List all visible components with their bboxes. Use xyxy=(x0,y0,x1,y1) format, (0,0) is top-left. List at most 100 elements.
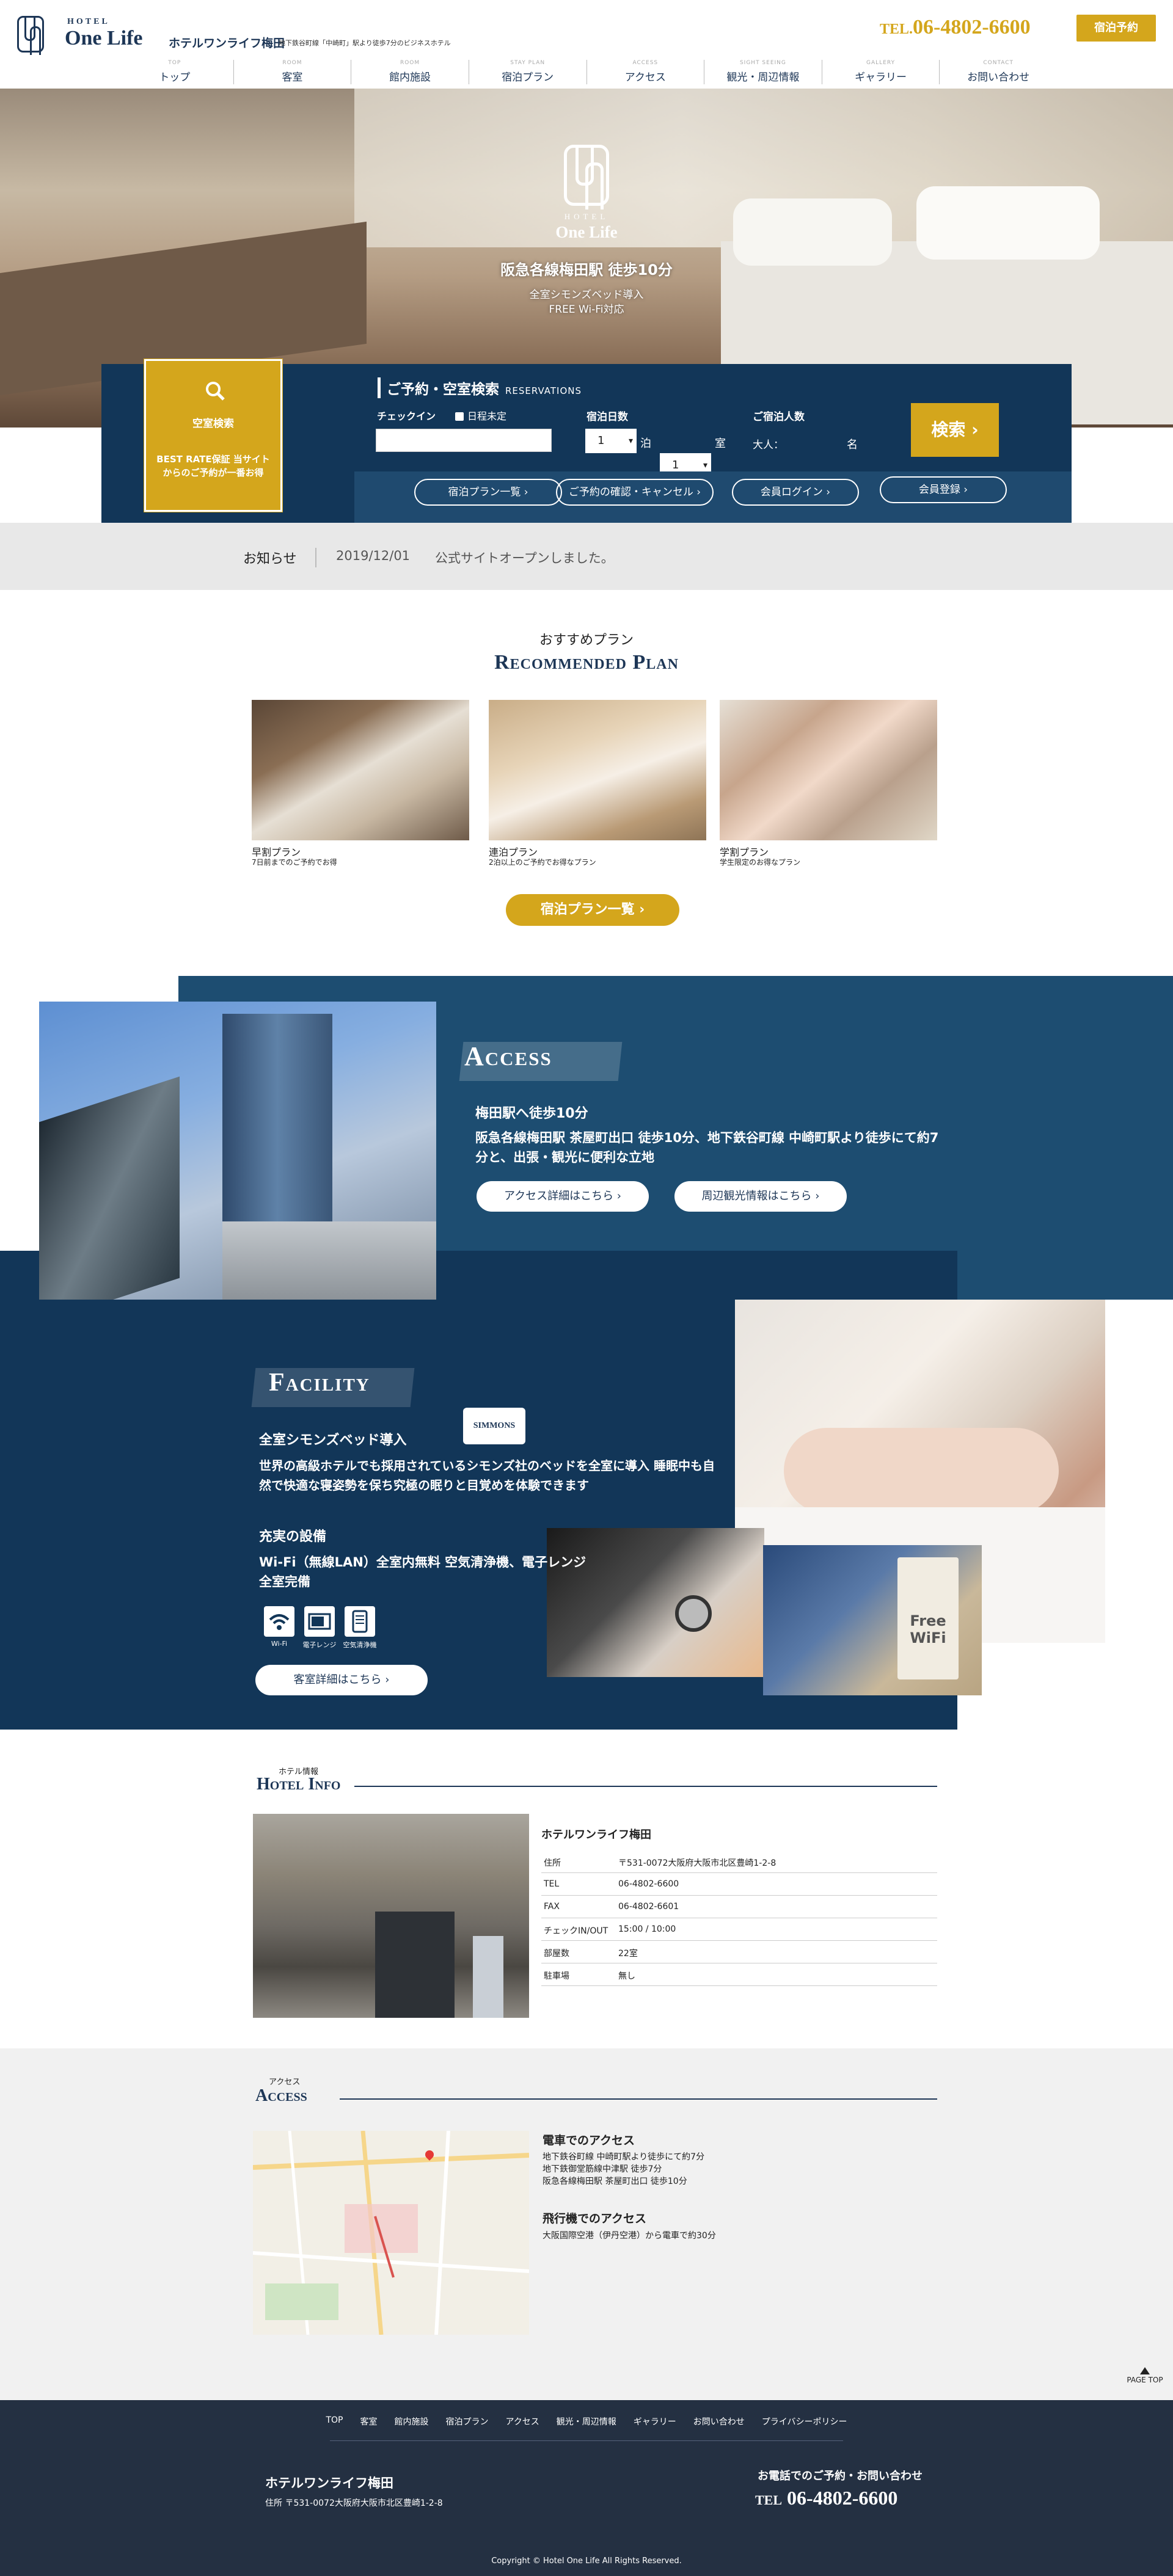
header-phone[interactable]: TEL.06-4802-6600 xyxy=(880,16,1031,39)
nights-select[interactable]: 1 xyxy=(585,429,637,453)
air-access-heading: 飛行機でのアクセス xyxy=(543,2212,647,2225)
nav-item-gallery[interactable]: GALLERY ギャラリー xyxy=(821,60,940,84)
info-value: 22室 xyxy=(618,1949,638,1959)
hero-pillow xyxy=(733,198,892,266)
student-plan-photo[interactable] xyxy=(720,700,937,840)
nav-ja-label: 観光・周辺情報 xyxy=(726,71,800,84)
footer-link-sightseeing[interactable]: 観光・周辺情報 xyxy=(548,2415,625,2428)
nav-en-label: CONTACT xyxy=(983,60,1014,66)
member-register-link[interactable]: 会員登録 › xyxy=(880,476,1007,503)
nav-ja-label: 館内施設 xyxy=(389,71,431,84)
consecutive-plan-photo[interactable] xyxy=(489,700,706,840)
sightseeing-button[interactable]: 周辺観光情報はこちら › xyxy=(674,1181,847,1212)
hero-logo-name: One Life xyxy=(555,223,618,241)
info-key: 部屋数 xyxy=(544,1949,569,1959)
hero-logo-hotel: HOTEL xyxy=(564,212,609,221)
footer-address: 住所 〒531-0072大阪府大阪市北区豊崎1-2-8 xyxy=(265,2498,443,2508)
footer-link-room[interactable]: 客室 xyxy=(351,2415,386,2428)
footer-link-top[interactable]: TOP xyxy=(317,2415,351,2428)
undecided-checkbox[interactable]: 日程未定 xyxy=(455,408,506,423)
photo-shape xyxy=(784,1428,1059,1513)
adults-label: 大人： xyxy=(753,439,784,451)
nav-ja-label: トップ xyxy=(159,71,191,84)
footer-link-plan[interactable]: 宿泊プラン xyxy=(437,2415,497,2428)
tel-prefix: TEL. xyxy=(880,21,913,37)
logo-text[interactable]: One Life xyxy=(65,27,142,50)
checkin-input[interactable] xyxy=(376,429,552,452)
nav-item-top[interactable]: TOP トップ xyxy=(116,60,233,84)
plan-list-button[interactable]: 宿泊プラン一覧 › xyxy=(506,894,679,926)
plan-list-link[interactable]: 宿泊プラン一覧 › xyxy=(414,479,562,506)
nav-ja-label: ギャラリー xyxy=(855,71,907,84)
simmons-logo: SIMMONS xyxy=(463,1408,525,1444)
adults-unit: 名 xyxy=(847,438,858,451)
info-row-rooms: 部屋数 22室 xyxy=(541,1941,937,1963)
page-top-button[interactable]: PAGE TOP xyxy=(1120,2367,1169,2384)
glass-building-shape xyxy=(39,1076,180,1300)
info-key: 住所 xyxy=(544,1858,561,1868)
info-row-fax: FAX 06-4802-6601 xyxy=(541,1896,937,1918)
vacancy-search-box[interactable]: 空室検索 BEST RATE保証 当サイトからのご予約が一番お得 xyxy=(144,359,282,512)
title-divider xyxy=(354,1786,937,1787)
google-map[interactable] xyxy=(253,2131,529,2335)
site-header: HOTEL One Life ホテルワンライフ梅田 地下鉄谷町線「中崎町」駅より… xyxy=(0,0,1173,89)
microwave-photo xyxy=(547,1528,764,1677)
entrance-shape xyxy=(375,1912,455,2018)
booking-confirm-link[interactable]: ご予約の確認・キャンセル › xyxy=(556,479,714,506)
nav-item-access[interactable]: ACCESS アクセス xyxy=(586,60,704,84)
info-row-address: 住所 〒531-0072大阪府大阪市北区豊崎1-2-8 xyxy=(541,1850,937,1873)
info-value: 15:00 / 10:00 xyxy=(618,1924,676,1934)
hotel-name: ホテルワンライフ梅田 xyxy=(541,1828,651,1841)
search-button[interactable]: 検索 › xyxy=(911,403,999,457)
footer-link-contact[interactable]: お問い合わせ xyxy=(685,2415,753,2428)
plan-desc: 学生限定のお得なプラン xyxy=(720,858,801,867)
hero-logo-icon xyxy=(564,145,609,209)
amenity-label: 電子レンジ xyxy=(302,1641,337,1649)
news-label: お知らせ xyxy=(243,548,316,567)
tel-number: 06-4802-6600 xyxy=(913,16,1031,38)
train-access-text: 地下鉄谷町線 中崎町駅より徒歩にて約7分 地下鉄御堂筋線中津駅 徒歩7分 阪急各… xyxy=(543,2151,704,2188)
recommended-title: Recommended Plan xyxy=(494,651,679,674)
info-key: 駐車場 xyxy=(544,1971,569,1981)
hotel-logo-icon[interactable] xyxy=(17,16,44,55)
info-value[interactable]: 06-4802-6600 xyxy=(618,1879,679,1889)
footer-link-privacy[interactable]: プライバシーポリシー xyxy=(753,2415,856,2428)
recommended-subtitle: おすすめプラン xyxy=(539,633,634,648)
footer-phone[interactable]: TEL 06-4802-6600 xyxy=(755,2487,897,2509)
info-value: 無し xyxy=(618,1971,635,1981)
nav-item-room[interactable]: ROOM 客室 xyxy=(233,60,351,84)
guests-label: ご宿泊人数 xyxy=(753,411,805,423)
wifi-icon xyxy=(264,1606,294,1637)
access-map-title: Access xyxy=(255,2086,307,2105)
nav-ja-label: 客室 xyxy=(282,71,303,84)
footer-link-access[interactable]: アクセス xyxy=(497,2415,547,2428)
amenity-label: 空気清浄機 xyxy=(343,1641,377,1649)
early-plan-photo[interactable] xyxy=(252,700,469,840)
wifi-sign-photo: Free WiFi xyxy=(763,1545,982,1695)
footer-link-facility[interactable]: 館内施設 xyxy=(386,2415,437,2428)
nights-label: 宿泊日数 xyxy=(586,411,628,423)
nav-item-plan[interactable]: STAY PLAN 宿泊プラン xyxy=(468,60,586,84)
vacancy-title: 空室検索 xyxy=(192,418,234,430)
footer-link-gallery[interactable]: ギャラリー xyxy=(625,2415,685,2428)
reserve-button[interactable]: 宿泊予約 xyxy=(1076,15,1156,42)
access-detail-button[interactable]: アクセス詳細はこちら › xyxy=(477,1181,649,1212)
info-row-parking: 駐車場 無し xyxy=(541,1963,937,1986)
nav-ja-label: アクセス xyxy=(624,71,666,84)
microwave-icon xyxy=(304,1606,335,1637)
global-nav: TOP トップ ROOM 客室 ROOM 館内施設 STAY PLAN 宿泊プラン AC… xyxy=(116,60,1057,86)
reservation-title-en: RESERVATIONS xyxy=(505,385,582,396)
access-section-bg xyxy=(957,1251,1173,1300)
room-detail-button[interactable]: 客室詳細はこちら › xyxy=(255,1665,428,1695)
undecided-label: 日程未定 xyxy=(467,410,507,422)
facility-bed-heading: 全室シモンズベッド導入 xyxy=(259,1433,407,1448)
tel-prefix: TEL xyxy=(755,2492,783,2508)
nav-item-sightseeing[interactable]: SIGHT SEEING 観光・周辺情報 xyxy=(704,60,822,84)
member-login-link[interactable]: 会員ログイン › xyxy=(732,479,859,506)
nav-item-contact[interactable]: CONTACT お問い合わせ xyxy=(939,60,1057,84)
title-divider xyxy=(340,2098,937,2100)
nav-item-facility[interactable]: ROOM 館内施設 xyxy=(351,60,469,84)
news-text[interactable]: 公式サイトオープンしました。 xyxy=(435,548,614,567)
facility-equip-heading: 充実の設備 xyxy=(259,1529,327,1545)
access-body: 阪急各線梅田駅 茶屋町出口 徒歩10分、地下鉄谷町線 中崎町駅より徒歩にて約7分… xyxy=(475,1130,939,1165)
